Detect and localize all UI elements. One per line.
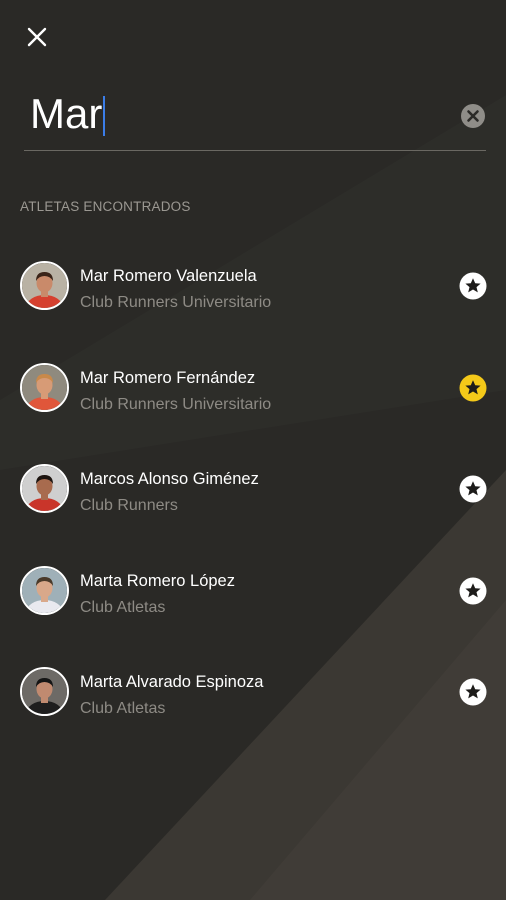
athlete-name: Marcos Alonso Giménez — [80, 470, 259, 488]
list-item[interactable]: Marta Romero López Club Atletas — [0, 540, 506, 642]
athlete-name: Marta Alvarado Espinoza — [80, 673, 264, 691]
favorite-star-button[interactable] — [459, 577, 487, 605]
avatar — [20, 362, 69, 412]
text-cursor — [103, 96, 106, 136]
clear-search-button[interactable] — [460, 103, 486, 129]
list-item[interactable]: Mar Romero Fernández Club Runners Univers… — [0, 337, 506, 439]
athlete-name: Mar Romero Fernández — [80, 368, 256, 387]
avatar — [20, 261, 69, 310]
search-input[interactable] — [30, 88, 450, 140]
list-item[interactable]: Marcos Alonso Giménez Club Runners — [0, 438, 506, 540]
section-title: ATLETAS ENCONTRADOS — [20, 199, 191, 214]
list-item[interactable]: Marta Alvarado Espinoza Club Atletas — [0, 641, 506, 743]
athlete-club: Club Runners Universitario — [80, 395, 272, 413]
athlete-name: Mar Romero Valenzuela — [80, 267, 257, 285]
favorite-star-button[interactable] — [459, 374, 487, 402]
favorite-star-button[interactable] — [459, 475, 487, 503]
avatar — [20, 464, 69, 513]
avatar — [20, 565, 69, 615]
athlete-name: Marta Romero López — [80, 571, 235, 590]
athlete-club: Club Runners Universitario — [80, 294, 272, 311]
favorite-star-button[interactable] — [459, 272, 487, 300]
favorite-star-button[interactable] — [459, 678, 487, 706]
search-field — [24, 82, 486, 151]
athlete-club: Club Runners — [80, 497, 178, 514]
athlete-club: Club Atletas — [80, 598, 166, 616]
close-icon — [27, 27, 47, 47]
avatar — [20, 667, 69, 716]
athlete-list: Mar Romero Valenzuela Club Runners Univer… — [0, 235, 506, 743]
athlete-club: Club Atletas — [80, 700, 166, 717]
close-button[interactable] — [22, 22, 52, 52]
list-item[interactable]: Mar Romero Valenzuela Club Runners Univer… — [0, 235, 506, 337]
